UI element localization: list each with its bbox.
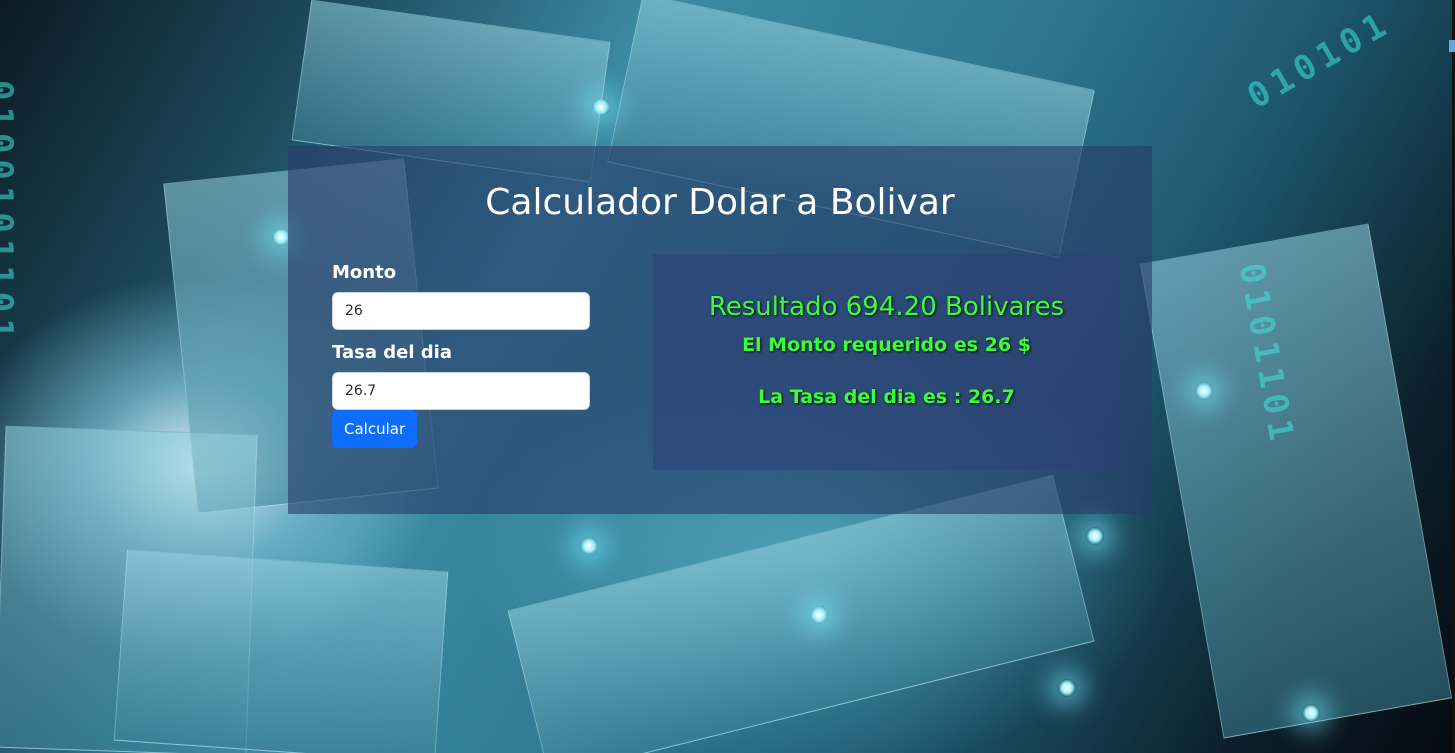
background-light-dot (1058, 679, 1076, 697)
background-binary-digits: 010101 (1240, 2, 1399, 118)
background-banknote (507, 474, 1095, 753)
background-light-dot (580, 537, 598, 555)
background-light-dot (810, 606, 828, 624)
result-monto: El Monto requerido es 26 $ (742, 334, 1031, 356)
monto-label: Monto (332, 262, 397, 283)
tasa-label: Tasa del dia (332, 342, 452, 363)
background-light-dot (592, 98, 610, 116)
calculator-form: Monto Tasa del dia Calcular (332, 262, 592, 448)
window-edge-marker (1449, 40, 1455, 52)
background-light-dot (1195, 382, 1213, 400)
background-light-dot (1302, 704, 1320, 722)
page-title: Calculador Dolar a Bolivar (485, 182, 955, 223)
result-panel: Resultado 694.20 Bolivares El Monto requ… (653, 254, 1120, 470)
page-background: 0100101101 010101 0101101 Calculador Dol… (0, 0, 1455, 753)
tasa-input[interactable] (332, 372, 590, 410)
result-tasa: La Tasa del dia es : 26.7 (758, 386, 1015, 408)
result-total: Resultado 694.20 Bolivares (708, 292, 1065, 322)
background-light-dot (1086, 527, 1104, 545)
monto-input[interactable] (332, 292, 590, 330)
calcular-button[interactable]: Calcular (332, 410, 418, 448)
background-banknote (1139, 223, 1453, 739)
background-banknote (113, 549, 449, 753)
